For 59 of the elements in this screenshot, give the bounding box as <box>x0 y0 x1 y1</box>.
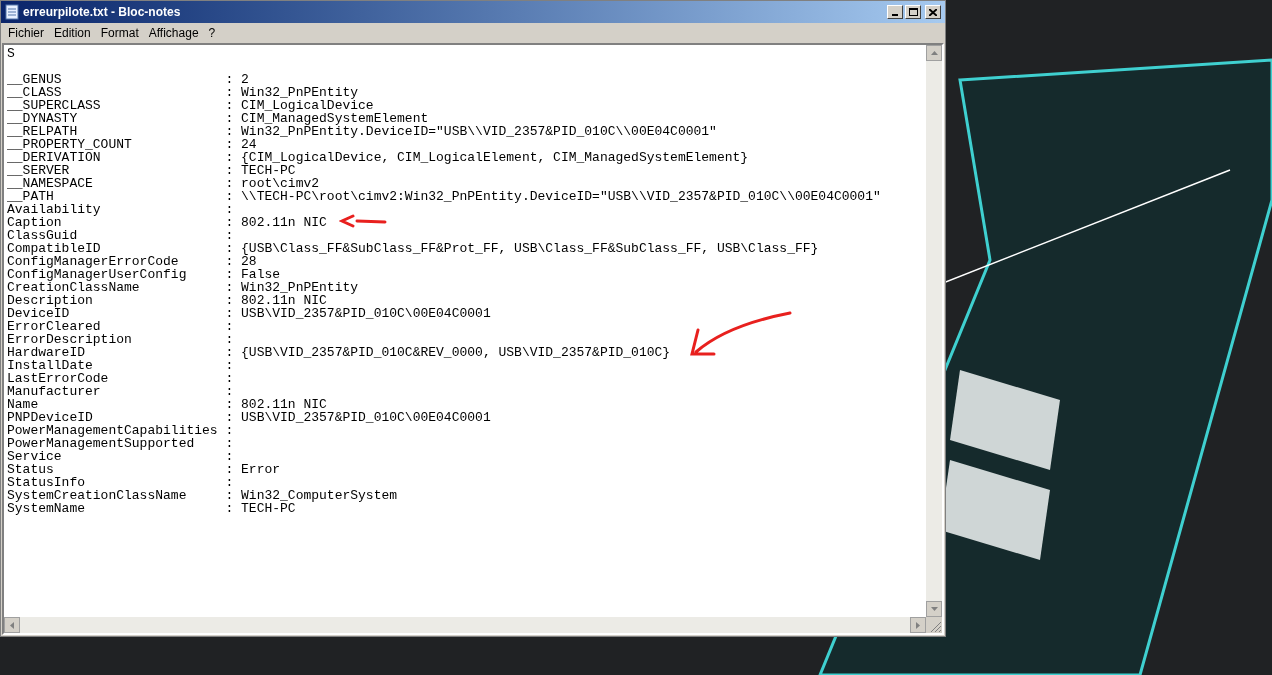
text-line: Availability : <box>7 203 234 216</box>
menu-item[interactable]: Fichier <box>3 23 49 42</box>
scroll-up-button[interactable] <box>926 45 942 61</box>
scroll-down-button[interactable] <box>926 601 942 617</box>
horizontal-scrollbar[interactable] <box>4 617 926 633</box>
maximize-icon <box>908 8 918 16</box>
left-arrow-icon <box>10 621 14 629</box>
scroll-right-button[interactable] <box>910 617 926 633</box>
text-line: ConfigManagerUserConfig : False <box>7 268 281 281</box>
text-line: SystemName : TECH-PC <box>7 502 296 515</box>
minimize-icon <box>892 14 898 16</box>
text-line: ErrorDescription : <box>7 333 234 346</box>
text-line: InstallDate : <box>7 359 234 372</box>
text-line: __DYNASTY : CIM_ManagedSystemElement <box>7 112 429 125</box>
text-line: Name : 802.11n NIC <box>7 398 327 411</box>
close-button[interactable] <box>925 5 941 19</box>
menu-item[interactable]: Affichage <box>143 23 204 42</box>
text-line: Service : <box>7 450 234 463</box>
text-line: DeviceID : USB\VID_2357&PID_010C\00E04C0001 <box>7 307 491 320</box>
text-line: CreationClassName : Win32_PnPEntity <box>7 281 359 294</box>
text-line: ErrorCleared : <box>7 320 234 333</box>
notepad-icon <box>5 4 19 20</box>
text-line: __RELPATH : Win32_PnPEntity.DeviceID="USB\\VID_2357&PID_010C\\00E04C0001" <box>7 125 717 138</box>
maximize-button[interactable] <box>905 5 921 19</box>
menu-item[interactable]: ? <box>203 23 221 42</box>
text-line: PowerManagementCapabilities : <box>7 424 234 437</box>
text-line: PNPDeviceID : USB\VID_2357&PID_010C\00E04C0001 <box>7 411 491 424</box>
text-line: __SUPERCLASS : CIM_LogicalDevice <box>7 99 374 112</box>
text-line: Status : Error <box>7 463 281 476</box>
text-line: CompatibleID : {USB\Class_FF&SubClass_FF&Prot_FF, USB\Class_FF&SubClass_FF, USB\Class_FF} <box>7 242 819 255</box>
text-line: __PATH : \\TECH-PC\root\cimv2:Win32_PnPEntity.DeviceID="USB\\VID_2357&PID_010C\\00E04C0001" <box>7 190 881 203</box>
window-title: erreurpilote.txt - Bloc-notes <box>23 4 181 21</box>
minimize-button[interactable] <box>887 5 903 19</box>
text-line: StatusInfo : <box>7 476 234 489</box>
text-line: ConfigManagerErrorCode : 28 <box>7 255 257 268</box>
text-line: __DERIVATION : {CIM_LogicalDevice, CIM_LogicalElement, CIM_ManagedSystemElement} <box>7 151 749 164</box>
down-arrow-icon <box>930 607 938 611</box>
text-line: __CLASS : Win32_PnPEntity <box>7 86 359 99</box>
up-arrow-icon <box>930 51 938 55</box>
text-line: Description : 802.11n NIC <box>7 294 327 307</box>
vertical-scrollbar[interactable] <box>926 45 942 617</box>
menu-item[interactable]: Format <box>95 23 144 42</box>
text-line: PowerManagementSupported : <box>7 437 234 450</box>
right-arrow-icon <box>916 621 920 629</box>
text-line: ClassGuid : <box>7 229 234 242</box>
text-line: S <box>7 47 15 60</box>
text-line: HardwareID : {USB\VID_2357&PID_010C&REV_0000, USB\VID_2357&PID_010C} <box>7 346 671 359</box>
menu-item[interactable]: Edition <box>49 23 96 42</box>
text-line: Caption : 802.11n NIC <box>7 216 327 229</box>
text-line: SystemCreationClassName : Win32_ComputerSystem <box>7 489 398 502</box>
text-line: LastErrorCode : <box>7 372 234 385</box>
text-line: __SERVER : TECH-PC <box>7 164 296 177</box>
text-line: Manufacturer : <box>7 385 234 398</box>
close-icon <box>929 8 937 16</box>
text-line: __NAMESPACE : root\cimv2 <box>7 177 320 190</box>
text-line: __PROPERTY_COUNT : 24 <box>7 138 257 151</box>
arrow-drawing <box>339 214 387 228</box>
scroll-left-button[interactable] <box>4 617 20 633</box>
text-line: __GENUS : 2 <box>7 73 249 86</box>
